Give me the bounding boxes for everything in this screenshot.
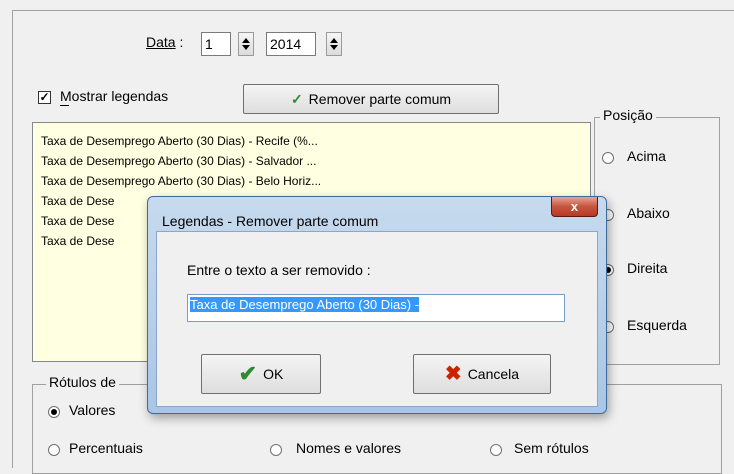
check-icon: ✓	[290, 90, 303, 107]
dialog-prompt: Entre o texto a ser removido :	[187, 262, 371, 278]
radio-percentuais-label: Percentuais	[69, 440, 143, 456]
year-spinner-input[interactable]: 2014	[266, 32, 316, 56]
ok-label: OK	[263, 366, 284, 382]
mostrar-legendas-checkbox[interactable]: ✓	[38, 91, 51, 104]
remover-button-label: Remover parte comum	[308, 91, 452, 107]
radio-acima[interactable]	[602, 152, 614, 164]
cancel-label: Cancela	[467, 366, 520, 382]
up-arrow-icon	[330, 38, 338, 43]
radio-abaixo-label: Abaixo	[627, 205, 670, 221]
radio-nomes-e-valores[interactable]	[270, 444, 282, 456]
radio-percentuais[interactable]	[48, 444, 60, 456]
mostrar-legendas-text: Mostrar legendas	[60, 88, 169, 104]
radio-valores[interactable]	[48, 406, 60, 418]
posicao-title: Posição	[600, 107, 656, 123]
down-arrow-icon	[242, 45, 250, 50]
mnemonic-underline	[60, 105, 69, 106]
radio-esquerda-label: Esquerda	[627, 317, 687, 333]
mostrar-legendas-label: Mostrar legendas	[60, 88, 168, 104]
radio-nomes-e-valores-label: Nomes e valores	[296, 440, 402, 456]
dialog-title: Legendas - Remover parte comum	[162, 213, 379, 229]
list-item[interactable]: Taxa de Desemprego Aberto (30 Dias) - Sa…	[41, 154, 316, 168]
data-label: Data :	[146, 34, 183, 50]
rotulos-title: Rótulos de	[46, 374, 119, 390]
list-item[interactable]: Taxa de Dese	[41, 194, 114, 208]
radio-sem-rotulos[interactable]	[490, 444, 502, 456]
list-item[interactable]: Taxa de Desemprego Aberto (30 Dias) - Be…	[41, 174, 321, 188]
remove-text-input[interactable]: Taxa de Desemprego Aberto (30 Dias) -	[187, 294, 565, 322]
list-item[interactable]: Taxa de Dese	[41, 214, 114, 228]
cancel-button[interactable]: ✖ Cancela	[413, 354, 551, 394]
list-item[interactable]: Taxa de Desemprego Aberto (30 Dias) - Re…	[41, 134, 318, 148]
radio-acima-label: Acima	[627, 148, 666, 164]
radio-valores-label: Valores	[69, 402, 116, 418]
list-item[interactable]: Taxa de Dese	[41, 234, 114, 248]
down-arrow-icon	[330, 45, 338, 50]
remove-text-value: Taxa de Desemprego Aberto (30 Dias) -	[190, 297, 420, 312]
close-button[interactable]: x	[551, 197, 598, 217]
close-icon: x	[570, 199, 579, 214]
checkmark-icon: ✔	[238, 361, 258, 386]
up-arrow-icon	[242, 38, 250, 43]
dialog-body: Entre o texto a ser removido : Taxa de D…	[156, 231, 598, 407]
radio-sem-rotulos-label: Sem rótulos	[514, 440, 589, 456]
x-icon: ✖	[444, 363, 462, 385]
radio-direita-label: Direita	[627, 260, 668, 276]
remover-parte-comum-dialog: Legendas - Remover parte comum x Entre o…	[147, 196, 607, 414]
ok-button[interactable]: ✔ OK	[201, 354, 321, 394]
day-spinner-button[interactable]	[238, 32, 254, 56]
data-label-suffix: :	[175, 34, 184, 50]
year-spinner-button[interactable]	[326, 32, 342, 56]
day-spinner-input[interactable]: 1	[201, 32, 231, 56]
remover-parte-comum-button[interactable]: ✓ Remover parte comum	[243, 84, 499, 114]
data-label-text: Data	[146, 34, 176, 50]
